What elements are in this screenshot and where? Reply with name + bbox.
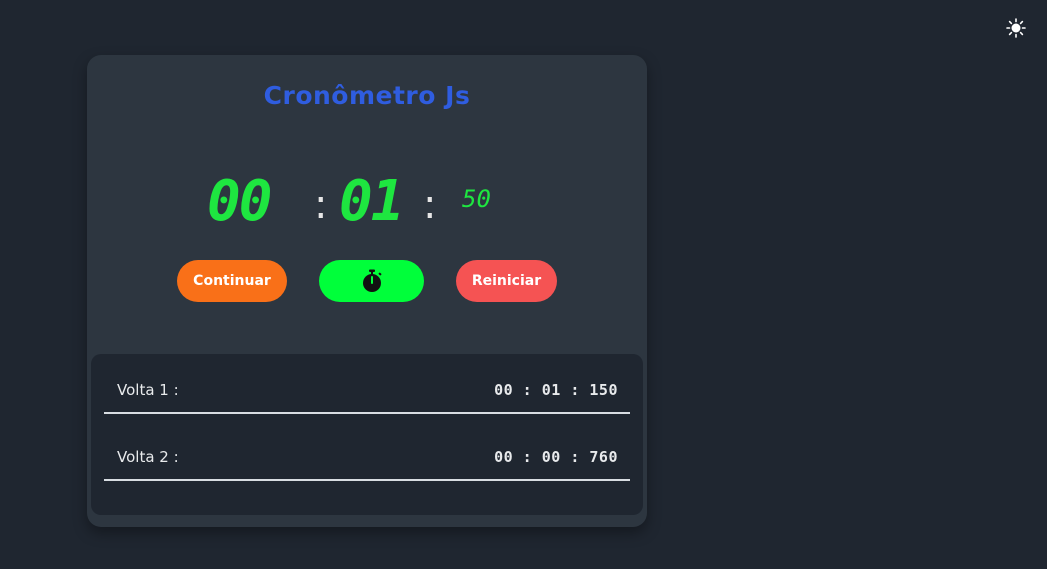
lap-time: 00 : 00 : 760 [494,448,618,466]
sun-icon [1006,18,1026,38]
lap-label: Volta 1 : [117,381,179,399]
time-display: 00 : 01 : 50 [87,167,647,237]
lap-time: 00 : 01 : 150 [494,381,618,399]
continue-button[interactable]: Continuar [177,260,287,302]
stopwatch-card: Cronômetro Js 00 : 01 : 50 Continuar Rei… [87,55,647,527]
separator: : [314,182,328,228]
reset-button[interactable]: Reiniciar [456,260,557,302]
page-title: Cronômetro Js [263,81,471,110]
seconds-display: 01 [339,169,404,234]
stopwatch-icon [362,269,381,292]
milliseconds-display: 50 [462,185,491,213]
list-item: Volta 1 : 00 : 01 : 150 [104,358,630,414]
minutes-display: 00 [207,169,272,234]
theme-toggle-button[interactable] [1005,17,1027,39]
lap-label: Volta 2 : [117,448,179,466]
list-item: Volta 2 : 00 : 00 : 760 [104,425,630,481]
laps-list: Volta 1 : 00 : 01 : 150 Volta 2 : 00 : 0… [91,354,643,515]
lap-button[interactable] [319,260,424,302]
separator: : [423,182,437,228]
